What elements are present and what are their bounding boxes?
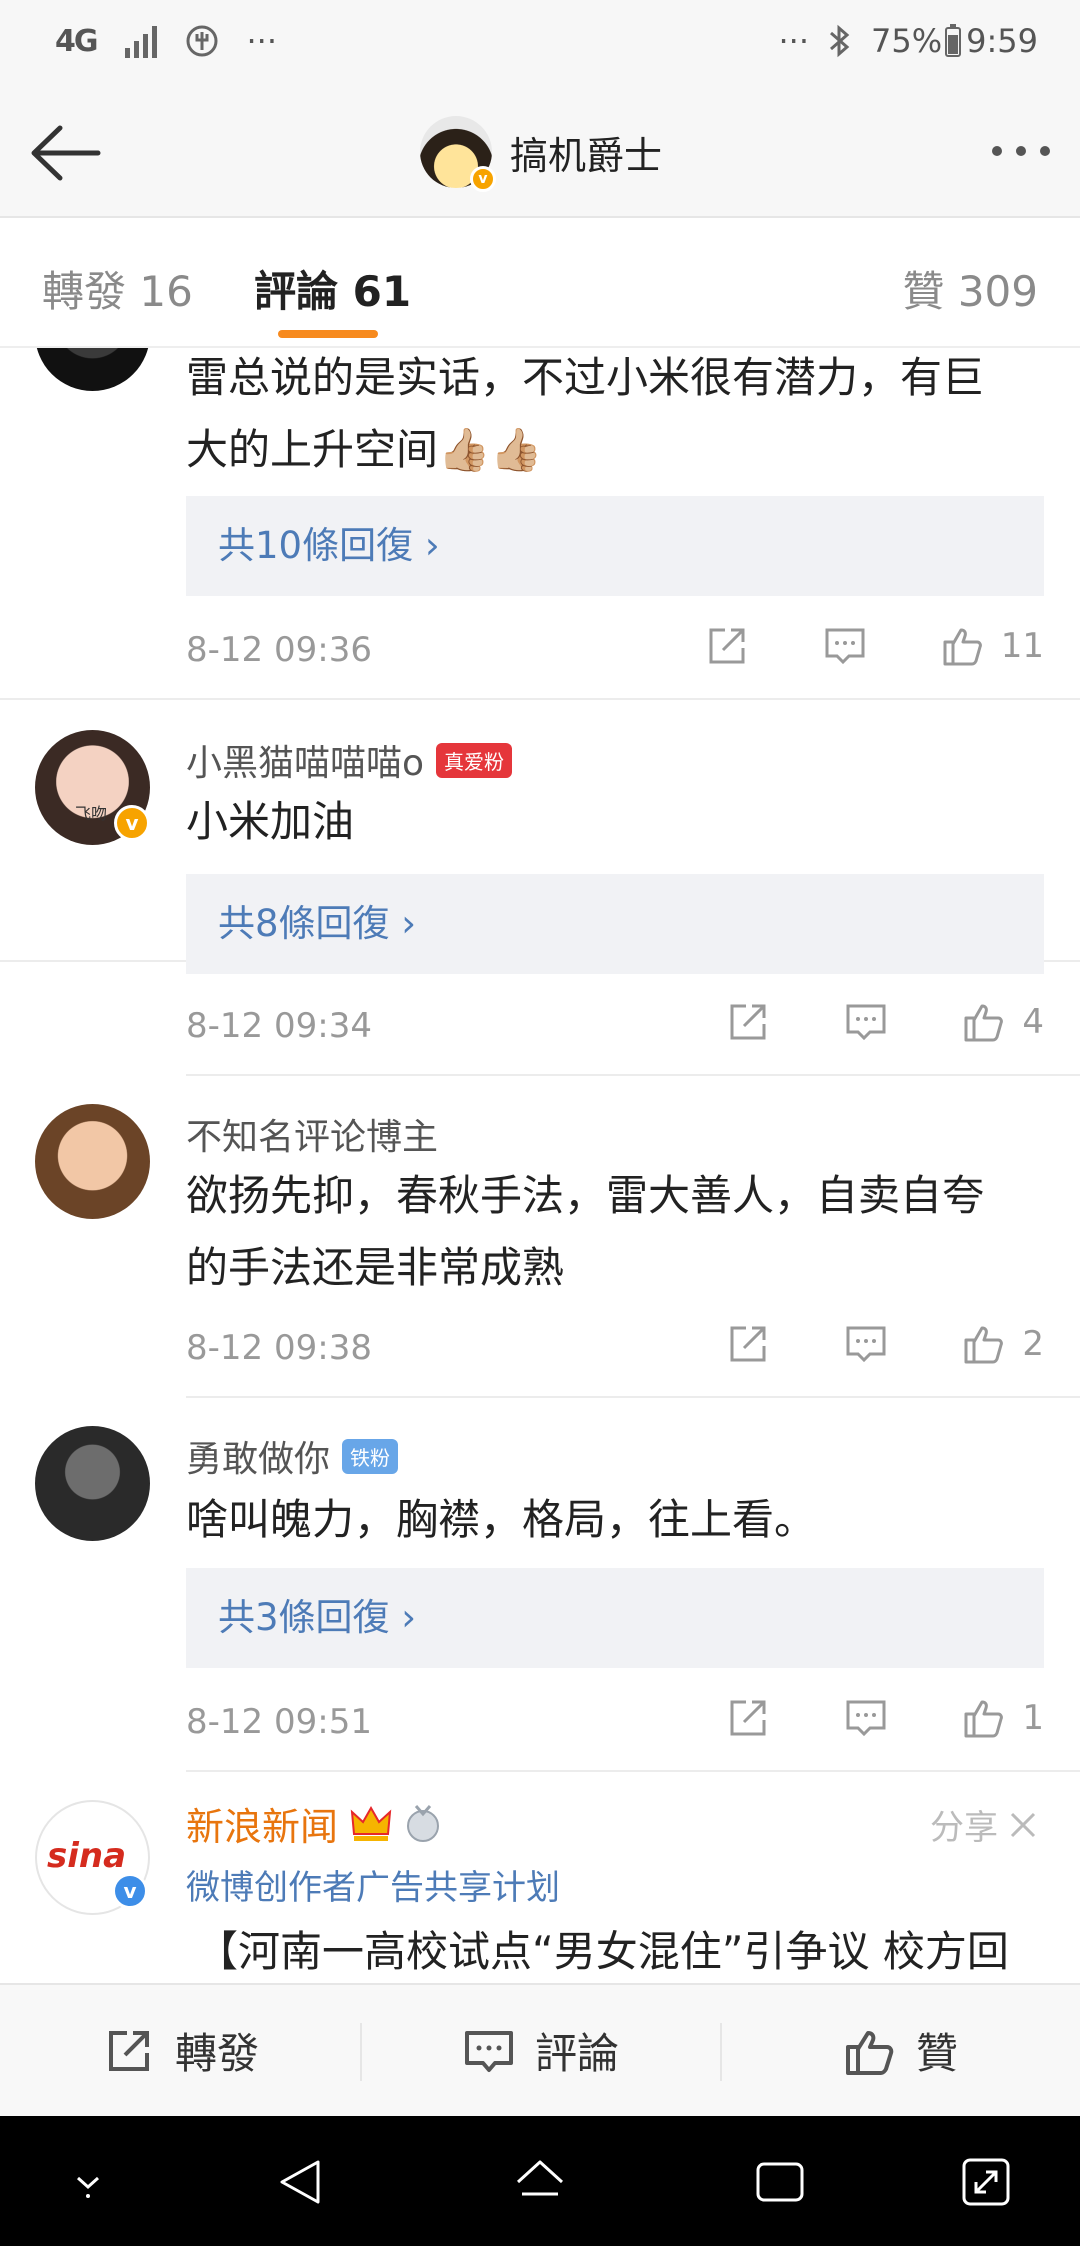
comment-username[interactable]: 不知名评论博主: [186, 1108, 438, 1160]
ad-share-dismiss[interactable]: 分享: [930, 1800, 1038, 1849]
comment-icon: [464, 2030, 513, 2072]
recent-apps-icon[interactable]: [752, 2154, 808, 2210]
comment-time: 8-12 09:38: [186, 1328, 372, 1368]
bottom-action-bar: 轉發 評論 贊: [0, 1983, 1080, 2116]
status-more-right: ···: [778, 22, 810, 60]
comment-item: 飞吻 v 小黑猫喵喵喵o 真爱粉 小米加油 共8條回復 ›: [0, 700, 1080, 974]
view-replies-link[interactable]: 共8條回復 ›: [186, 874, 1044, 974]
share-icon[interactable]: [724, 1694, 772, 1742]
comment-text: 欲扬先抑，春秋手法，雷大善人，自卖自夸 的手法还是非常成熟: [186, 1171, 985, 1292]
reply-icon[interactable]: [842, 1320, 890, 1368]
tab-repost[interactable]: 轉發 16: [42, 258, 193, 319]
expand-icon[interactable]: [958, 2154, 1014, 2210]
verified-badge-icon: v: [470, 166, 496, 192]
battery-percent: 75%: [871, 22, 943, 60]
back-triangle-icon[interactable]: [272, 2154, 328, 2210]
repost-button[interactable]: 轉發: [0, 1985, 360, 2116]
comment-username[interactable]: 勇敢做你 铁粉: [186, 1430, 399, 1482]
user-avatar[interactable]: 飞吻 v: [35, 730, 150, 845]
divider: [186, 1396, 1080, 1398]
clock: 9:59: [966, 22, 1038, 60]
ad-subtitle: 微博创作者广告共享计划: [186, 1868, 560, 1908]
home-icon[interactable]: [512, 2154, 568, 2210]
network-type: 4G: [55, 23, 98, 59]
tab-bar: 轉發 16 評論 61 贊 309: [0, 218, 1080, 348]
page-title: 搞机爵士: [510, 133, 663, 178]
comment-list[interactable]: 雷总说的是实话，不过小米很有潜力，有巨 大的上升空间👍🏼👍🏼 共10條回復 › …: [0, 348, 1080, 1983]
signal-icon: [124, 24, 157, 58]
ad-author[interactable]: 新浪新闻: [186, 1796, 442, 1851]
comment-button[interactable]: 評論: [360, 1985, 720, 2116]
thumbs-up-icon: [964, 1326, 1004, 1364]
share-icon[interactable]: [703, 622, 751, 670]
user-avatar[interactable]: [35, 1426, 150, 1541]
verified-badge-icon: v: [114, 805, 150, 841]
comment-actions: 2: [654, 1320, 1044, 1368]
arrow-left-icon[interactable]: [26, 118, 106, 188]
comment-actions: 11: [633, 622, 1044, 670]
view-replies-link[interactable]: 共3條回復 ›: [186, 1568, 1044, 1668]
view-replies-link[interactable]: 共10條回復 ›: [186, 496, 1044, 596]
reply-icon[interactable]: [842, 1694, 890, 1742]
like-button[interactable]: 4: [960, 998, 1044, 1046]
divider: [186, 1770, 1080, 1772]
status-bar: 4G ··· ··· 75% 9:59: [0, 0, 1080, 90]
share-icon[interactable]: [724, 1320, 772, 1368]
comment-username[interactable]: 小黑猫喵喵喵o 真爱粉: [186, 734, 513, 786]
battery-icon: [945, 24, 962, 57]
like-button[interactable]: 2: [960, 1320, 1044, 1368]
chevron-down-icon[interactable]: [60, 2154, 116, 2210]
tab-comments[interactable]: 評論 61: [254, 258, 411, 319]
comment-time: 8-12 09:36: [186, 630, 372, 670]
active-tab-indicator: [278, 330, 378, 338]
more-dots-icon[interactable]: [992, 146, 1050, 156]
comment-text: 雷总说的是实话，不过小米很有潜力，有巨 大的上升空间👍🏼👍🏼: [186, 353, 985, 474]
medal-icon: [407, 1804, 440, 1842]
tab-likes[interactable]: 贊 309: [902, 258, 1038, 319]
reply-icon[interactable]: [842, 998, 890, 1046]
bluetooth-icon: [830, 24, 850, 58]
comment-actions: 4: [654, 998, 1044, 1046]
author-avatar[interactable]: v: [420, 116, 496, 192]
thumbs-up-icon: [845, 2030, 894, 2075]
user-avatar[interactable]: [35, 1104, 150, 1219]
navigation-bar: v 搞机爵士: [0, 90, 1080, 218]
fan-badge: 真爱粉: [436, 742, 513, 778]
close-icon[interactable]: [1008, 1810, 1038, 1840]
share-icon[interactable]: [724, 998, 772, 1046]
verified-badge-icon: v: [112, 1873, 148, 1909]
comment-text: 小米加油: [186, 797, 355, 846]
like-button[interactable]: 1: [960, 1694, 1044, 1742]
comment-time: 8-12 09:51: [186, 1702, 372, 1742]
divider: [186, 1074, 1080, 1076]
crown-icon: [350, 1805, 392, 1841]
ad-text[interactable]: 【河南一高校试点“男女混住”引争议 校方回: [196, 1918, 1009, 1979]
like-button[interactable]: 贊: [720, 1985, 1080, 2116]
share-icon: [108, 2030, 149, 2071]
reply-icon[interactable]: [821, 622, 869, 670]
data-usage-icon: [186, 25, 217, 57]
comment-text: 啥叫魄力，胸襟，格局，往上看。: [186, 1495, 817, 1544]
ad-avatar[interactable]: sina v: [35, 1800, 150, 1915]
like-button[interactable]: 11: [939, 622, 1044, 670]
comment-actions: 1: [654, 1694, 1044, 1742]
comment-item: 雷总说的是实话，不过小米很有潜力，有巨 大的上升空间👍🏼👍🏼 共10條回復 › …: [0, 348, 1080, 700]
author-header[interactable]: v 搞机爵士: [420, 116, 663, 192]
thumbs-up-icon: [964, 1700, 1004, 1738]
thumbs-up-icon: [964, 1004, 1004, 1042]
thumbs-up-icon: [943, 628, 982, 666]
user-avatar[interactable]: [35, 348, 150, 391]
system-navigation-bar: [0, 2116, 1080, 2246]
comment-time: 8-12 09:34: [186, 1006, 372, 1046]
fan-badge: 铁粉: [342, 1438, 399, 1474]
status-more-left: ···: [246, 22, 278, 60]
